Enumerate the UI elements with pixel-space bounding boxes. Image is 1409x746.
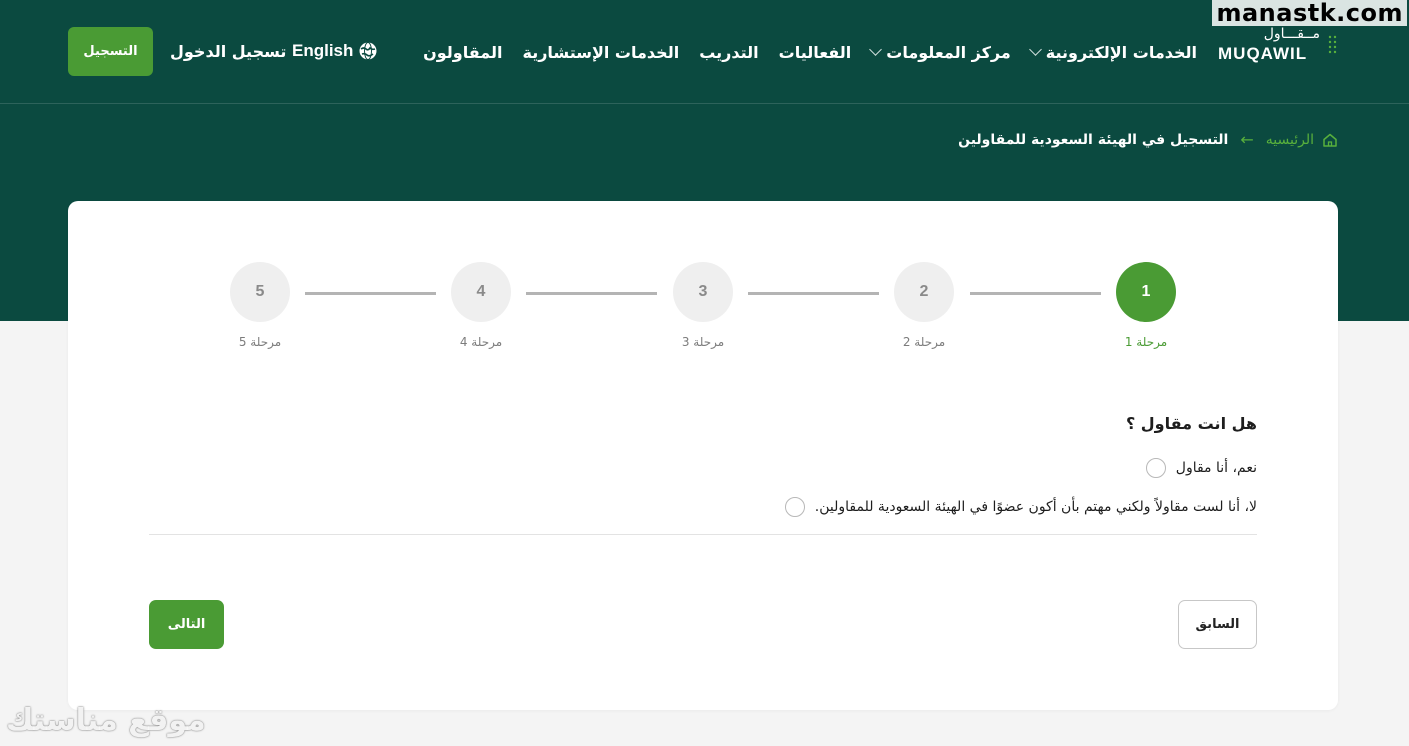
nav-item-e-services[interactable]: الخدمات الإلكترونية [1028,42,1197,62]
step-connector [305,292,436,295]
logo-english-text: MUQAWIL [1218,44,1308,63]
next-button[interactable]: التالى [149,600,224,649]
nav-item-events[interactable]: الفعاليات [779,43,852,62]
logo-arabic-text: مــقـــاول [1263,26,1320,42]
nav-item-label: المقاولون [423,42,503,62]
nav-item-contractors[interactable]: المقاولون [423,43,502,62]
language-switch[interactable]: English [292,41,378,61]
step-connector [526,292,657,295]
register-button[interactable]: التسجيل [68,27,153,76]
home-icon[interactable] [1322,132,1338,148]
logo-dots-icon [1328,35,1337,54]
nav-item-consulting[interactable]: الخدمات الإستشارية [522,43,679,62]
step-circle-3: 3 [673,262,733,322]
step-circle-5: 5 [230,262,290,322]
watermark-top: manastk.com [1212,0,1407,26]
main-nav: المقاولون الخدمات الإستشارية التدريب الف… [403,40,1197,64]
contractor-question: هل انت مقاول ؟ [1125,414,1257,433]
globe-icon [359,42,377,60]
registration-card: 1 مرحلة 1 2 مرحلة 2 3 مرحلة 3 4 مرحلة 4 … [68,201,1338,710]
nav-item-label: مركز المعلومات [886,42,1011,62]
language-label: English [292,41,354,60]
muqawil-logo[interactable]: مــقـــاول MUQAWIL [1216,26,1340,66]
watermark-bottom: موقع مناستك [6,703,206,738]
chevron-down-icon [869,43,883,56]
step-label-4: مرحلة 4 [459,335,503,349]
form-divider [149,534,1257,535]
nav-item-label: الخدمات الإلكترونية [1045,42,1197,62]
step-label-1: مرحلة 1 [1124,335,1168,349]
nav-item-label: الفعاليات [778,42,852,62]
step-circle-2: 2 [894,262,954,322]
step-connector [970,292,1101,295]
nav-item-label: التدريب [699,42,759,62]
breadcrumb-home[interactable]: الرئيسيه [1266,132,1314,148]
login-link[interactable]: تسجيل الدخول [170,42,286,61]
chevron-down-icon [1028,43,1042,56]
step-circle-4: 4 [451,262,511,322]
step-indicator: 1 مرحلة 1 2 مرحلة 2 3 مرحلة 3 4 مرحلة 4 … [68,201,1338,361]
step-label-2: مرحلة 2 [902,335,946,349]
arrow-left-icon: ← [1240,130,1254,149]
step-connector [748,292,879,295]
nav-item-info-center[interactable]: مركز المعلومات [869,42,1011,62]
step-label-3: مرحلة 3 [681,335,725,349]
site-header: مــقـــاول MUQAWIL المقاولون الخدمات الإ… [0,0,1409,104]
nav-item-training[interactable]: التدريب [699,43,758,62]
step-label-5: مرحلة 5 [238,335,282,349]
option-yes-contractor[interactable]: نعم، أنا مقاول [1145,458,1257,478]
step-circle-1: 1 [1116,262,1176,322]
breadcrumb-current: التسجيل في الهيئة السعودية للمقاولين [958,131,1229,148]
previous-button[interactable]: السابق [1178,600,1257,649]
nav-item-label: الخدمات الإستشارية [522,42,680,62]
radio-button[interactable] [1145,458,1166,478]
option-label: نعم، أنا مقاول [1175,460,1257,476]
option-not-contractor[interactable]: لا، أنا لست مقاولاً ولكني مهتم بأن أكون … [784,497,1257,517]
option-label: لا، أنا لست مقاولاً ولكني مهتم بأن أكون … [814,499,1257,515]
radio-button[interactable] [784,497,805,517]
breadcrumb: الرئيسيه ← التسجيل في الهيئة السعودية لل… [958,130,1338,149]
